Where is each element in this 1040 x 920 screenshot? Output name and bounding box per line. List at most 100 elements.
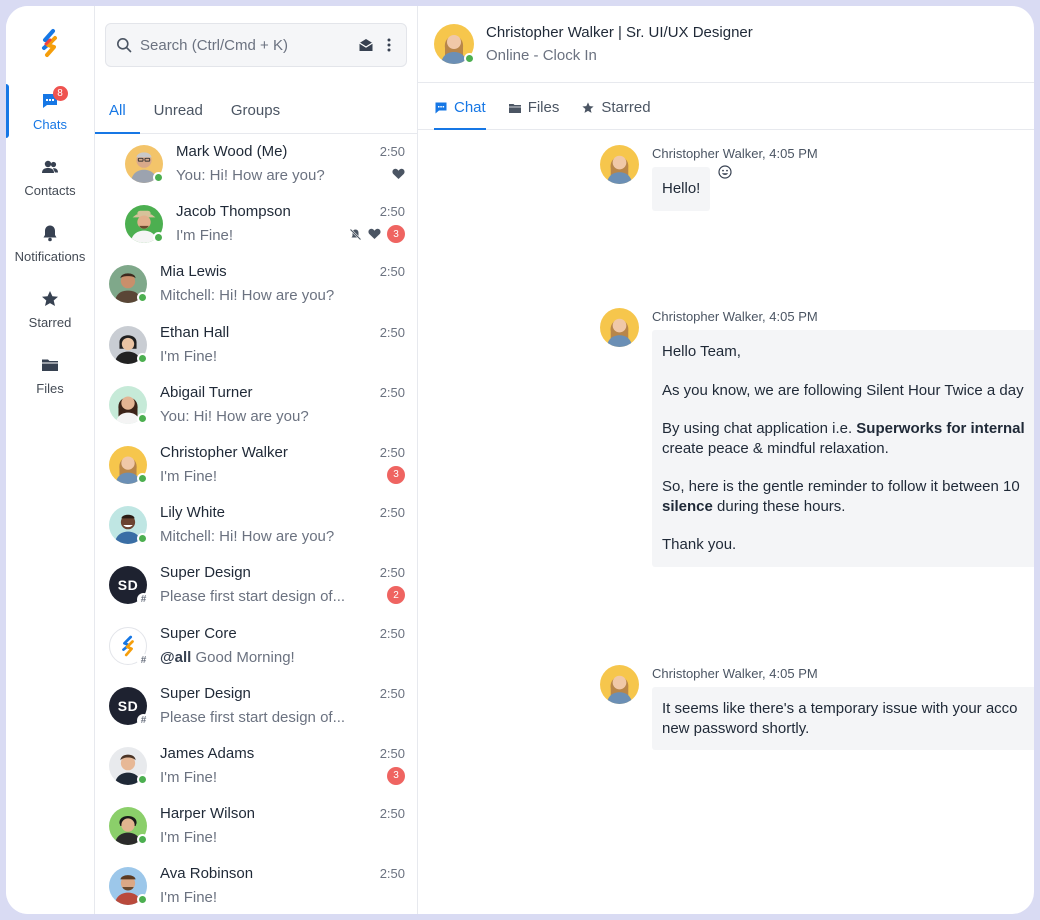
chat-item-super-core[interactable]: # Super Core @all Good Morning! 2:50	[95, 616, 417, 676]
sender-avatar	[600, 665, 639, 704]
emoji-reaction-icon[interactable]	[718, 165, 732, 184]
message-bold-text: silence	[662, 497, 713, 515]
heart-icon	[392, 168, 405, 179]
message-text: It seems like there's a temporary issue …	[662, 700, 1018, 717]
message-paragraph: As you know, we are following Silent Hou…	[662, 381, 1024, 399]
chat-item-jacob-thompson[interactable]: Jacob Thompson I'm Fine! 2:50 3	[95, 194, 417, 254]
tab-files[interactable]: Files	[508, 99, 560, 129]
chat-preview: You: Hi! How are you?	[160, 407, 309, 425]
nav-starred[interactable]: Starred	[6, 280, 95, 338]
chat-time: 2:50	[379, 384, 405, 400]
chat-item-super-design[interactable]: SD # Super Design Please first start des…	[95, 555, 417, 615]
chat-item-super-design-2[interactable]: SD # Super Design Please first start des…	[95, 676, 417, 736]
tab-unread[interactable]: Unread	[140, 102, 217, 133]
chat-name: Mark Wood (Me)	[176, 143, 288, 161]
tab-files-label: Files	[527, 99, 560, 116]
tab-all[interactable]: All	[95, 102, 140, 134]
chat-list-panel: All Unread Groups Mark Wood (Me)	[95, 6, 418, 914]
online-indicator	[153, 172, 164, 184]
message-text: By using chat application i.e.	[662, 420, 857, 437]
online-indicator	[137, 533, 148, 545]
online-indicator	[137, 894, 148, 906]
nav-notifications[interactable]: Notifications	[6, 214, 95, 272]
chat-name: James Adams	[160, 744, 255, 762]
unread-count-badge: 2	[387, 586, 405, 605]
unread-count-badge: 3	[387, 225, 405, 244]
search-icon	[117, 38, 132, 53]
mail-open-icon[interactable]	[358, 37, 374, 53]
chat-time: 2:50	[379, 204, 405, 220]
chat-item-mia-lewis[interactable]: Mia Lewis Mitchell: Hi! How are you? 2:5…	[95, 254, 417, 314]
chat-list: Mark Wood (Me) You: Hi! How are you? 2:5…	[95, 134, 417, 914]
tab-groups[interactable]: Groups	[217, 102, 294, 133]
chat-item-lily-white[interactable]: Lily White Mitchell: Hi! How are you? 2:…	[95, 495, 417, 555]
message-paragraph: Hello Team,	[662, 343, 741, 360]
chat-name: Abigail Turner	[160, 383, 253, 401]
message-bubble[interactable]: Hello Team, As you know, we are followin…	[652, 330, 1034, 567]
sender-avatar	[600, 308, 639, 347]
chat-item-christopher-walker[interactable]: Christopher Walker I'm Fine! 2:50 3	[95, 435, 417, 495]
online-indicator	[137, 292, 148, 304]
chat-preview: Please first start design of...	[160, 708, 346, 726]
more-vertical-icon[interactable]	[382, 37, 396, 53]
mention: @all	[160, 648, 192, 666]
message: Christopher Walker, 4:05 PM Hello!	[600, 145, 818, 211]
nav-files[interactable]: Files	[6, 346, 95, 404]
tab-starred-label: Starred	[601, 99, 651, 116]
star-icon	[42, 290, 58, 306]
chat-preview: I'm Fine!	[160, 889, 218, 907]
message-bubble[interactable]: Hello!	[652, 167, 711, 211]
online-indicator	[137, 773, 148, 785]
chat-name: Ethan Hall	[160, 323, 230, 341]
nav-badge: 8	[52, 86, 68, 101]
heart-icon	[368, 228, 381, 240]
nav-chats[interactable]: 8 Chats	[6, 82, 95, 140]
search-input[interactable]	[140, 36, 350, 54]
online-indicator	[464, 53, 475, 64]
chat-item-harper-wilson[interactable]: Harper Wilson I'm Fine! 2:50	[95, 796, 417, 856]
message-sender-time: Christopher Walker, 4:05 PM	[652, 666, 818, 681]
message-paragraph: Thank you.	[662, 536, 737, 553]
folder-icon	[508, 103, 521, 113]
chat-item-james-adams[interactable]: James Adams I'm Fine! 2:50 3	[95, 736, 417, 796]
chat-time: 2:50	[379, 144, 405, 159]
chat-item-ethan-hall[interactable]: Ethan Hall I'm Fine! 2:50	[95, 315, 417, 375]
star-icon	[582, 101, 594, 113]
chat-time: 2:50	[379, 324, 405, 340]
chat-time: 2:50	[379, 866, 405, 882]
chat-preview: Please first start design of...	[160, 588, 346, 606]
conversation-header: Christopher Walker | Sr. UI/UX Designer …	[418, 6, 1034, 83]
message-text: create peace & mindful relaxation.	[662, 439, 889, 457]
chat-time: 2:50	[379, 565, 405, 581]
message-text: new password shortly.	[662, 719, 810, 737]
tab-chat[interactable]: Chat	[434, 99, 486, 130]
online-indicator	[137, 834, 148, 846]
conversation-tabs: Chat Files Starred	[418, 83, 1034, 130]
chat-item-ava-robinson[interactable]: Ava Robinson I'm Fine! 2:50	[95, 856, 417, 914]
chat-bubble-icon	[435, 102, 447, 113]
sender-avatar	[600, 145, 639, 184]
contacts-icon	[42, 160, 58, 173]
message-paragraph: By using chat application i.e. Superwork…	[662, 419, 1032, 458]
app-logo[interactable]	[35, 28, 65, 58]
unread-count-badge: 3	[387, 766, 405, 785]
online-indicator	[137, 352, 148, 364]
nav-notifications-label: Notifications	[14, 248, 86, 264]
chat-item-abigail-turner[interactable]: Abigail Turner You: Hi! How are you? 2:5…	[95, 375, 417, 435]
message: Christopher Walker, 4:05 PM It seems lik…	[600, 665, 1034, 750]
message-bubble[interactable]: It seems like there's a temporary issue …	[652, 687, 1034, 750]
conversation-title: Christopher Walker | Sr. UI/UX Designer	[486, 24, 753, 41]
message-paragraph: So, here is the gentle reminder to follo…	[662, 477, 1032, 516]
conversation-status: Online - Clock In	[486, 47, 597, 64]
chat-filter-tabs: All Unread Groups	[95, 74, 417, 134]
tab-starred[interactable]: Starred	[581, 99, 651, 129]
chat-name: Super Design	[160, 684, 251, 702]
chat-preview-text: Good Morning!	[195, 648, 295, 666]
nav-contacts[interactable]: Contacts	[6, 148, 95, 206]
nav-files-label: Files	[36, 380, 64, 396]
message-sender-time: Christopher Walker, 4:05 PM	[652, 146, 818, 161]
nav-chats-label: Chats	[33, 116, 67, 132]
folder-icon	[42, 359, 58, 371]
chat-item-mark-wood[interactable]: Mark Wood (Me) You: Hi! How are you? 2:5…	[95, 134, 417, 194]
chat-name: Mia Lewis	[160, 263, 227, 281]
